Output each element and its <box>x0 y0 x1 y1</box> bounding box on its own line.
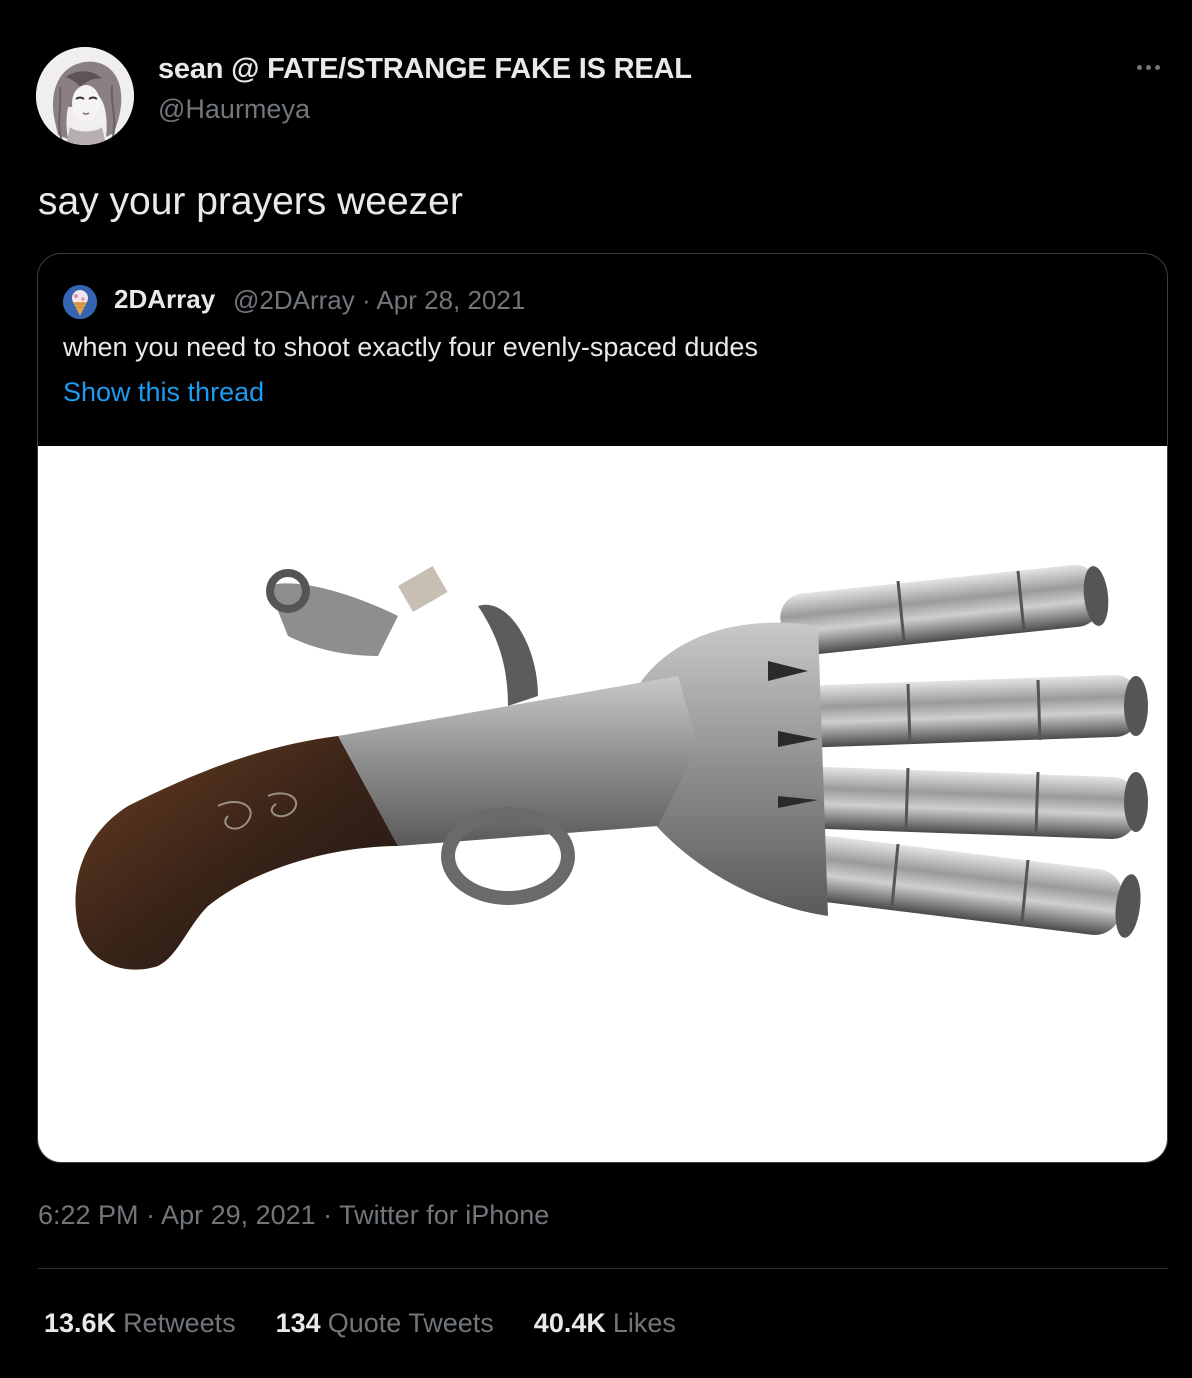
author-display-name[interactable]: sean @ FATE/STRANGE FAKE IS REAL <box>158 53 692 86</box>
likes-count: 40.4K <box>533 1308 606 1338</box>
tweet-timestamp[interactable]: 6:22 PM · Apr 29, 2021 · Twitter for iPh… <box>38 1200 549 1231</box>
quoted-tweet-card[interactable]: 2DArray @2DArray · Apr 28, 2021 when you… <box>37 253 1168 1163</box>
tweet: sean @ FATE/STRANGE FAKE IS REAL @Haurme… <box>0 0 1192 1378</box>
quoted-tweet-image[interactable] <box>38 446 1167 1162</box>
quoted-author-avatar[interactable] <box>63 285 97 319</box>
retweets-label: Retweets <box>123 1308 236 1338</box>
likes-stat[interactable]: 40.4K Likes <box>534 1308 676 1339</box>
author-avatar[interactable] <box>36 47 134 145</box>
retweets-count: 13.6K <box>44 1308 117 1338</box>
quote-tweets-stat[interactable]: 134 Quote Tweets <box>276 1308 494 1339</box>
quote-tweets-label: Quote Tweets <box>327 1308 494 1338</box>
divider <box>38 1268 1168 1269</box>
retweets-stat[interactable]: 13.6K Retweets <box>44 1308 236 1339</box>
tweet-text: say your prayers weezer <box>38 180 463 223</box>
ellipsis-icon[interactable] <box>1128 55 1168 79</box>
show-thread-link[interactable]: Show this thread <box>63 377 264 408</box>
author-handle[interactable]: @Haurmeya <box>158 94 310 125</box>
quoted-author-name[interactable]: 2DArray <box>114 284 215 315</box>
quote-tweets-count: 134 <box>275 1308 321 1338</box>
quoted-tweet-text: when you need to shoot exactly four even… <box>63 332 758 362</box>
anime-sketch-avatar-icon <box>36 47 134 145</box>
tweet-stats: 13.6K Retweets 134 Quote Tweets 40.4K Li… <box>44 1308 676 1339</box>
likes-label: Likes <box>612 1308 676 1338</box>
four-barrel-flintlock-pistol-image <box>75 564 1148 970</box>
quoted-author-meta: @2DArray · Apr 28, 2021 <box>233 285 526 315</box>
ice-cream-avatar-icon <box>63 285 97 319</box>
